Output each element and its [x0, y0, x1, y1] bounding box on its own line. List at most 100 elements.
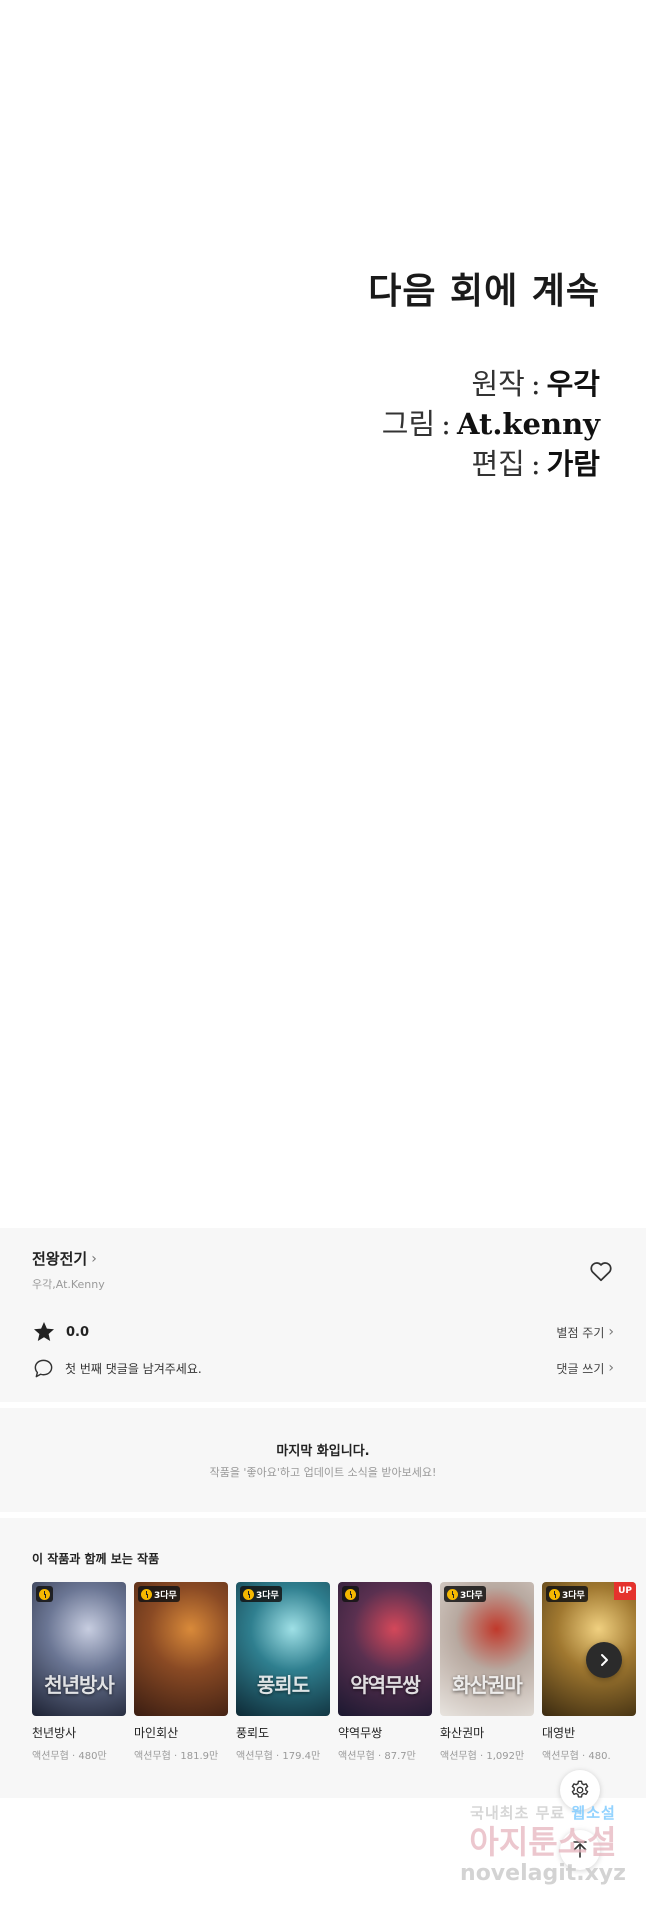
star-icon: [34, 1322, 54, 1341]
comment-row: 첫 번째 댓글을 남겨주세요. 댓글 쓰기 ›: [32, 1356, 614, 1380]
credit-key: 그림: [381, 407, 436, 441]
watermark-brand: 아지툰소설: [469, 1823, 617, 1861]
comment-prompt[interactable]: 첫 번째 댓글을 남겨주세요.: [65, 1360, 202, 1377]
card-title: 풍뢰도: [236, 1726, 270, 1740]
waiting-free-badge: 3다무: [546, 1586, 588, 1602]
recommendation-card[interactable]: 풍뢰도 3다무 풍뢰도 액션무협 · 179.4만: [236, 1582, 330, 1762]
scroll-to-top-button[interactable]: [560, 1830, 600, 1870]
chevron-right-icon: ›: [91, 1250, 97, 1267]
credit-value: At.kenny: [456, 407, 600, 441]
card-meta: 액션무협 · 480.: [542, 1747, 636, 1762]
waiting-free-badge: [342, 1586, 359, 1602]
cover-thumbnail: 천년방사: [32, 1582, 126, 1716]
meta-separator: ·: [378, 1751, 382, 1762]
clock-icon: [345, 1588, 356, 1600]
card-views: 480.: [588, 1751, 611, 1762]
clock-icon: [39, 1588, 50, 1600]
waiting-free-badge: 3다무: [138, 1586, 180, 1602]
badge-label: 3다무: [562, 1590, 585, 1601]
card-views: 87.7만: [384, 1751, 416, 1762]
card-title: 대영반: [542, 1726, 576, 1740]
clock-icon: [447, 1588, 458, 1600]
recommendation-card[interactable]: 천년방사 천년방사 액션무협 · 480만: [32, 1582, 126, 1762]
credit-sep: :: [441, 407, 451, 441]
watermark-tagline-a: 국내최초 무료: [470, 1804, 566, 1822]
cover-thumbnail: 풍뢰도 3다무: [236, 1582, 330, 1716]
rating-value: 0.0: [66, 1324, 90, 1340]
meta-separator: ·: [174, 1751, 178, 1762]
clock-icon: [243, 1588, 254, 1600]
card-genre: 액션무협: [134, 1751, 171, 1762]
meta-separator: ·: [276, 1751, 280, 1762]
credit-value: 우각: [546, 367, 600, 401]
series-authors: 우각,At.Kenny: [32, 1278, 105, 1291]
badge-label: 3다무: [154, 1590, 177, 1601]
credit-row-original: 원작: 우각: [382, 364, 600, 404]
badge-label: 3다무: [460, 1590, 483, 1601]
comment-bubble-icon: [34, 1359, 53, 1377]
series-title: 전왕전기: [32, 1250, 88, 1268]
card-meta: 액션무협 · 1,092만: [440, 1747, 534, 1762]
credit-row-art: 그림: At.kenny: [382, 404, 600, 444]
credit-key: 편집: [471, 447, 525, 481]
cover-thumbnail: 화산권마 3다무: [440, 1582, 534, 1716]
recommendation-card[interactable]: 화산권마 3다무 화산권마 액션무협 · 1,092만: [440, 1582, 534, 1762]
cover-thumbnail: 3다무: [134, 1582, 228, 1716]
waiting-free-badge: [36, 1586, 53, 1602]
recommendations-title: 이 작품과 함께 보는 작품: [32, 1552, 160, 1566]
credit-sep: :: [530, 447, 541, 481]
chevron-right-icon: ›: [608, 1360, 614, 1376]
up-badge: UP: [614, 1582, 636, 1600]
comic-last-panel: 다음 회에 계속 원작: 우각 그림: At.kenny 편집: 가람: [0, 0, 646, 1228]
chevron-right-icon: [601, 1654, 608, 1666]
card-views: 181.9만: [180, 1751, 219, 1762]
credit-key: 원작: [471, 367, 525, 401]
site-watermark: 국내최초 무료 웹소설 아지툰소설 novelagit.xyz: [440, 1798, 646, 1914]
rate-button[interactable]: 별점 주기 ›: [556, 1324, 614, 1341]
meta-separator: ·: [72, 1751, 76, 1762]
chevron-right-icon: ›: [608, 1324, 614, 1340]
watermark-tagline: 국내최초 무료 웹소설: [440, 1802, 646, 1823]
meta-separator: ·: [582, 1751, 586, 1762]
card-meta: 액션무협 · 87.7만: [338, 1747, 432, 1762]
to-be-continued-text: 다음 회에 계속: [368, 271, 600, 312]
cover-title-art: 풍뢰도: [256, 1673, 310, 1697]
recommendations: 이 작품과 함께 보는 작품 천년방사 천년방사 액션무협 · 480만 3다무…: [0, 1518, 646, 1798]
arrow-up-icon: [573, 1841, 587, 1858]
write-comment-button[interactable]: 댓글 쓰기 ›: [556, 1360, 614, 1377]
recommendation-card[interactable]: 약역무쌍 약역무쌍 액션무협 · 87.7만: [338, 1582, 432, 1762]
cover-title-art: 약역무쌍: [350, 1673, 421, 1697]
card-genre: 액션무협: [32, 1751, 69, 1762]
last-episode-headline: 마지막 화입니다.: [276, 1444, 370, 1459]
card-title: 마인회산: [134, 1726, 179, 1740]
recommendation-card[interactable]: 3다무 UP 대영반 액션무협 · 480.: [542, 1582, 636, 1762]
rate-button-label: 별점 주기: [556, 1325, 605, 1340]
card-title: 천년방사: [32, 1726, 77, 1740]
settings-button[interactable]: [560, 1770, 600, 1810]
badge-label: 3다무: [256, 1590, 279, 1601]
write-comment-label: 댓글 쓰기: [556, 1361, 605, 1376]
heart-icon[interactable]: [588, 1258, 614, 1284]
meta-separator: ·: [480, 1751, 484, 1762]
card-genre: 액션무협: [440, 1751, 477, 1762]
series-title-link[interactable]: 전왕전기 ›: [32, 1248, 97, 1269]
clock-icon: [141, 1588, 152, 1600]
recommendation-card[interactable]: 3다무 마인회산 액션무협 · 181.9만: [134, 1582, 228, 1762]
series-info: 전왕전기 › 우각,At.Kenny 0.0 별점 주기 › 첫 번째 댓글을 …: [0, 1228, 646, 1402]
carousel-next-button[interactable]: [586, 1642, 622, 1678]
clock-icon: [549, 1588, 560, 1600]
last-episode-subtext: 작품을 '좋아요'하고 업데이트 소식을 받아보세요!: [209, 1466, 437, 1479]
card-title: 화산권마: [440, 1726, 485, 1740]
rating-row: 0.0 별점 주기 ›: [32, 1320, 614, 1344]
card-views: 179.4만: [282, 1751, 321, 1762]
credit-sep: :: [530, 367, 541, 401]
cover-thumbnail: 약역무쌍: [338, 1582, 432, 1716]
card-genre: 액션무협: [338, 1751, 375, 1762]
card-meta: 액션무협 · 181.9만: [134, 1747, 228, 1762]
cover-title-art: 화산권마: [452, 1673, 523, 1697]
card-views: 1,092만: [486, 1751, 525, 1762]
waiting-free-badge: 3다무: [444, 1586, 486, 1602]
waiting-free-badge: 3다무: [240, 1586, 282, 1602]
card-meta: 액션무협 · 179.4만: [236, 1747, 330, 1762]
cover-title-art: 천년방사: [44, 1673, 115, 1697]
